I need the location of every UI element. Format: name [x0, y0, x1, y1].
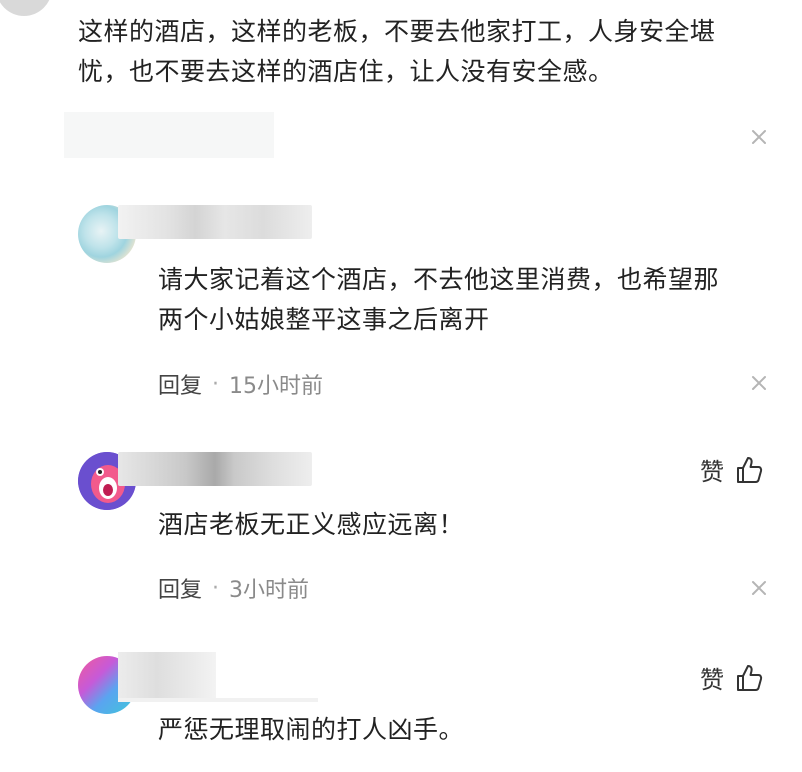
reply-button[interactable]: 回复: [158, 368, 202, 400]
reply-button[interactable]: 回复: [158, 572, 202, 604]
thumbs-up-icon: [737, 456, 763, 483]
blurred-underline: [118, 698, 318, 702]
comment-4-text: 严惩无理取闹的打人凶手。: [158, 715, 465, 744]
like-button[interactable]: 赞: [700, 452, 764, 487]
avatar-partial: [0, 0, 52, 16]
username-blurred[interactable]: [118, 205, 312, 239]
comment-2-text: 请大家记着这个酒店，不去他这里消费，也希望那 两个小姑娘整平这事之后离开: [158, 260, 788, 340]
thumbs-up-icon: [737, 664, 763, 691]
comment-1-line1: 这样的酒店，这样的老板，不要去他家打工，人身安全堪: [78, 17, 716, 46]
like-label: 赞: [700, 458, 724, 486]
comment-1-text: 这样的酒店，这样的老板，不要去他家打工，人身安全堪 忧，也不要去这样的酒店住，让…: [78, 12, 798, 92]
username-blurred[interactable]: [118, 452, 312, 486]
comment-3-meta: 回复 · 3小时前: [158, 572, 309, 604]
separator: ·: [212, 575, 220, 601]
like-label: 赞: [700, 666, 724, 694]
timestamp: 15小时前: [229, 374, 324, 399]
close-icon[interactable]: [750, 128, 772, 150]
blurred-region: [64, 112, 274, 158]
comment-2-meta: 回复 · 15小时前: [158, 368, 323, 400]
separator: ·: [212, 371, 220, 397]
close-icon[interactable]: [750, 579, 772, 601]
like-button[interactable]: 赞: [700, 660, 764, 695]
comment-2-line1: 请大家记着这个酒店，不去他这里消费，也希望那: [158, 265, 720, 294]
comment-2-line2: 两个小姑娘整平这事之后离开: [158, 305, 490, 334]
close-icon[interactable]: [750, 374, 772, 396]
timestamp: 3小时前: [229, 578, 310, 603]
comment-1-line2: 忧，也不要去这样的酒店住，让人没有安全感。: [78, 57, 614, 86]
comment-3-text: 酒店老板无正义感应远离！: [158, 510, 465, 539]
username-blurred[interactable]: [118, 652, 216, 700]
